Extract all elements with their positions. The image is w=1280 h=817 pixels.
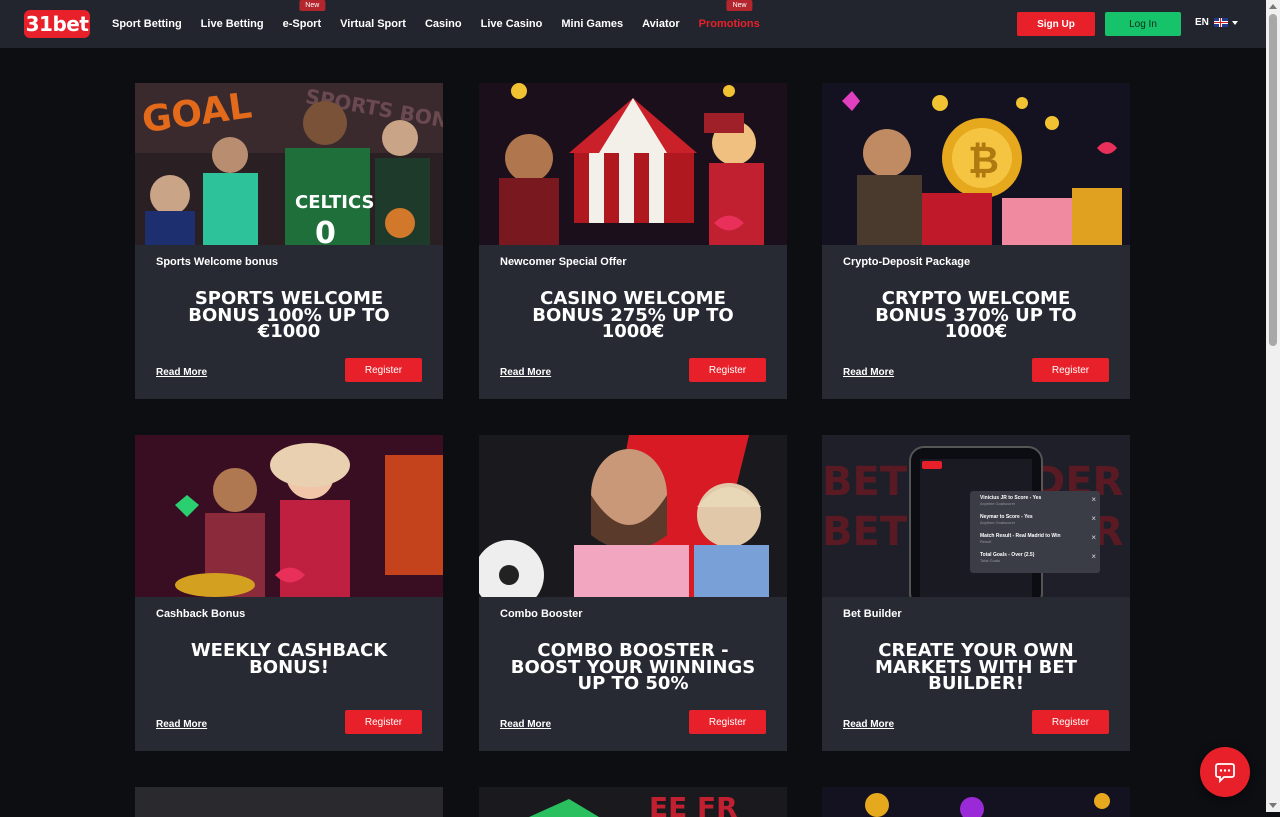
promo-title: COMBO BOOSTER - BOOST YOUR WINNINGS UP T… — [510, 640, 756, 694]
nav-item-sport-betting[interactable]: Sport Betting — [112, 18, 182, 30]
close-icon[interactable]: × — [1091, 495, 1096, 504]
promo-subtitle: Bet Builder — [843, 608, 902, 620]
close-icon[interactable]: × — [1091, 552, 1096, 561]
new-badge: New — [726, 0, 753, 11]
language-selector[interactable]: EN — [1195, 17, 1238, 28]
read-more-link[interactable]: Read More — [843, 719, 894, 730]
promo-subtitle: Crypto-Deposit Package — [843, 256, 971, 268]
nav-item-casino[interactable]: Casino — [425, 18, 462, 30]
nav-item-label: Promotions — [698, 18, 760, 30]
svg-text:BET: BET — [822, 509, 908, 555]
promo-subtitle: Combo Booster — [500, 608, 583, 620]
bet-slip-selection: Neymar to Score - Yes Anytime Goalscorer × — [980, 514, 1096, 525]
top-header: 31bet Sport Betting Live Betting e-Sport Ne… — [0, 0, 1266, 48]
svg-text:₿: ₿ — [968, 138, 999, 182]
nav-item-virtual-sport[interactable]: Virtual Sport — [340, 18, 406, 30]
selection-sub: Total Goals — [980, 558, 1001, 563]
promo-title: CRYPTO WELCOME BONUS 370% UP TO 1000€ — [875, 288, 1077, 342]
register-button[interactable]: Register — [689, 358, 766, 382]
register-button[interactable]: Register — [1032, 710, 1109, 734]
uk-flag-icon — [1213, 18, 1228, 27]
nav-item-label: Live Casino — [480, 18, 543, 30]
promo-title: CREATE YOUR OWN MARKETS WITH BET BUILDER… — [875, 640, 1077, 694]
promo-card-partial — [822, 787, 1130, 817]
casino-circus-image — [479, 83, 787, 245]
svg-text:EE FR: EE FR — [649, 791, 738, 817]
promo-title: CASINO WELCOME BONUS 275% UP TO 1000€ — [532, 288, 734, 342]
scroll-down-arrow-icon[interactable] — [1269, 803, 1277, 808]
nav-item-e-sport[interactable]: e-Sport New — [282, 0, 326, 30]
new-badge: New — [299, 0, 326, 11]
selection-sub: Anytime Goalscorer — [980, 520, 1016, 525]
promo-card-crypto: ₿ Crypto-Deposit Package CRYPTO WELCOME … — [822, 83, 1130, 399]
page-scrollbar[interactable] — [1266, 0, 1280, 812]
genie-characters-image — [135, 435, 443, 597]
nav-item-mini-games[interactable]: Mini Games — [561, 18, 623, 30]
nav-item-label: e-Sport — [282, 18, 322, 30]
language-code: EN — [1195, 17, 1209, 28]
nav-item-live-betting[interactable]: Live Betting — [201, 18, 264, 30]
signup-button[interactable]: Sign Up — [1017, 12, 1095, 36]
read-more-link[interactable]: Read More — [156, 719, 207, 730]
svg-text:BET: BET — [822, 459, 908, 505]
register-button[interactable]: Register — [689, 710, 766, 734]
read-more-link[interactable]: Read More — [500, 719, 551, 730]
promo-card-partial — [135, 787, 443, 817]
crypto-viking-bitcoin-image: ₿ — [822, 83, 1130, 245]
nav-item-label: Casino — [424, 18, 462, 30]
read-more-link[interactable]: Read More — [843, 367, 894, 378]
logo[interactable]: 31bet — [24, 10, 90, 38]
nav-item-aviator[interactable]: Aviator — [642, 18, 680, 30]
promo-card-combo: Combo Booster COMBO BOOSTER - BOOST YOUR… — [479, 435, 787, 751]
promo-card-bet-builder: BET BET DER DER Vinicius JR to Score - Y… — [822, 435, 1130, 751]
chat-icon — [1215, 763, 1235, 783]
login-button[interactable]: Log In — [1105, 12, 1181, 36]
promo-card-partial: EE FR — [479, 787, 787, 817]
promo-subtitle: Sports Welcome bonus — [156, 256, 279, 268]
bet-slip-panel: Vinicius JR to Score - Yes Anytime Goalsc… — [970, 491, 1100, 573]
scroll-up-arrow-icon[interactable] — [1269, 4, 1277, 9]
live-chat-button[interactable] — [1200, 747, 1250, 797]
bet-builder-phone-image: BET BET DER DER Vinicius JR to Score - Y… — [822, 435, 1130, 597]
nav-item-label: Virtual Sport — [340, 18, 406, 30]
nav-item-label: Mini Games — [561, 18, 624, 30]
selection-sub: Result — [980, 539, 992, 544]
nav-item-label: Aviator — [642, 18, 680, 30]
sports-stars-image: GOAL SPORTS BONUS CELTICS 0 — [135, 83, 443, 245]
nav-item-live-casino[interactable]: Live Casino — [481, 18, 543, 30]
bet-slip-selection: Vinicius JR to Score - Yes Anytime Goalsc… — [980, 495, 1096, 506]
nav-item-promotions[interactable]: Promotions New — [698, 0, 760, 30]
main-nav: Sport Betting Live Betting e-Sport New Virtu… — [112, 0, 779, 48]
svg-text:0: 0 — [315, 216, 336, 245]
chevron-down-icon — [1231, 20, 1238, 25]
promo-subtitle: Newcomer Special Offer — [500, 256, 627, 268]
promo-card-casino: Newcomer Special Offer CASINO WELCOME BO… — [479, 83, 787, 399]
close-icon[interactable]: × — [1091, 514, 1096, 523]
read-more-link[interactable]: Read More — [156, 367, 207, 378]
promo-card-cashback: Cashback Bonus WEEKLY CASHBACK BONUS! Re… — [135, 435, 443, 751]
read-more-link[interactable]: Read More — [500, 367, 551, 378]
register-button[interactable]: Register — [345, 358, 422, 382]
promo-subtitle: Cashback Bonus — [156, 608, 246, 620]
bet-slip-selection: Match Result - Real Madrid to Win Result × — [980, 533, 1096, 544]
football-players-image — [479, 435, 787, 597]
bet-slip-selection: Total Goals - Over (2.5) Total Goals × — [980, 552, 1096, 563]
promo-card-sports: GOAL SPORTS BONUS CELTICS 0 Sports Welco… — [135, 83, 443, 399]
promo-title: WEEKLY CASHBACK BONUS! — [190, 640, 388, 678]
selection-sub: Anytime Goalscorer — [980, 501, 1016, 506]
nav-item-label: Live Betting — [200, 18, 264, 30]
close-icon[interactable]: × — [1091, 533, 1096, 542]
svg-text:CELTICS: CELTICS — [295, 192, 374, 213]
promo-title: SPORTS WELCOME BONUS 100% UP TO €1000 — [188, 288, 390, 342]
register-button[interactable]: Register — [345, 710, 422, 734]
scroll-thumb[interactable] — [1269, 14, 1277, 346]
nav-item-label: Sport Betting — [112, 18, 182, 30]
register-button[interactable]: Register — [1032, 358, 1109, 382]
